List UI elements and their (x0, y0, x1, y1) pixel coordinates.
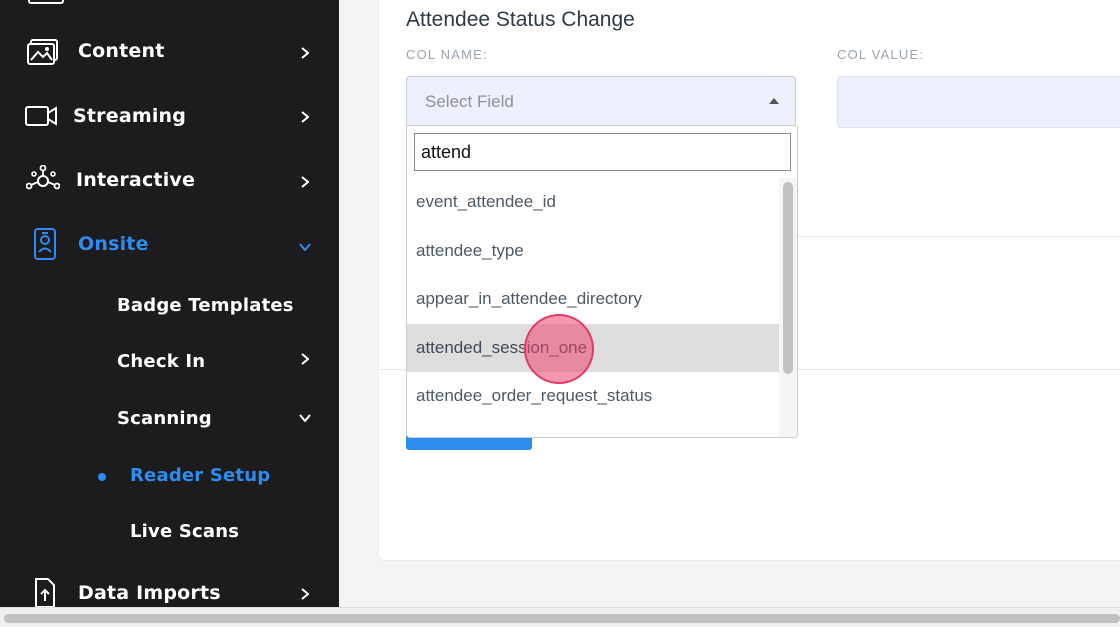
network-nodes-icon (26, 163, 60, 197)
select-dropdown: event_attendee_id attendee_type appear_i… (406, 126, 798, 438)
option-item[interactable]: appear_in_attendee_directory (407, 275, 779, 324)
sidebar-item-reader-setup[interactable]: Reader Setup (130, 465, 270, 486)
click-indicator (524, 314, 594, 384)
sidebar-item-onsite[interactable]: Onsite (78, 233, 149, 255)
dropdown-scrollbar-thumb[interactable] (783, 182, 793, 374)
chevron-right-icon[interactable] (299, 588, 311, 600)
chevron-down-icon[interactable] (299, 412, 311, 424)
image-gallery-icon (26, 35, 60, 69)
sidebar-item-check-in[interactable]: Check In (117, 351, 205, 372)
col-value-input[interactable] (837, 76, 1120, 128)
file-upload-icon (28, 576, 62, 607)
menu-item-top-partial[interactable] (28, 0, 64, 4)
video-camera-icon (24, 99, 58, 133)
select-placeholder: Select Field (425, 92, 514, 111)
caret-up-icon (769, 98, 779, 104)
chevron-right-icon[interactable] (299, 111, 311, 123)
badge-id-icon (28, 227, 62, 261)
chevron-right-icon[interactable] (299, 176, 311, 188)
submit-button[interactable] (406, 436, 532, 450)
chevron-down-icon[interactable] (299, 241, 311, 253)
sidebar: Content Streaming Interactive Onsite Bad… (0, 0, 339, 607)
chevron-right-icon[interactable] (299, 47, 311, 59)
sidebar-item-badge-templates[interactable]: Badge Templates (117, 295, 294, 316)
horizontal-scrollbar[interactable] (0, 607, 1120, 627)
active-bullet (98, 473, 106, 481)
col-value-label: COL VALUE: (837, 47, 925, 62)
dropdown-search-input[interactable] (414, 133, 791, 171)
horizontal-scrollbar-thumb[interactable] (4, 614, 1120, 623)
option-item[interactable]: attendee_order_request_status (407, 372, 779, 421)
sidebar-item-streaming[interactable]: Streaming (73, 105, 186, 127)
divider (798, 236, 1120, 237)
sidebar-item-live-scans[interactable]: Live Scans (130, 521, 239, 542)
section-title: Attendee Status Change (406, 8, 635, 31)
sidebar-item-content[interactable]: Content (78, 40, 165, 62)
option-item[interactable]: attended_other (407, 421, 779, 438)
col-name-select[interactable]: Select Field (406, 76, 796, 126)
option-item[interactable]: attendee_type (407, 227, 779, 276)
sidebar-item-interactive[interactable]: Interactive (76, 169, 195, 191)
option-item[interactable]: event_attendee_id (407, 178, 779, 227)
chevron-right-icon[interactable] (299, 353, 311, 365)
sidebar-item-scanning[interactable]: Scanning (117, 408, 212, 429)
sidebar-item-data-imports[interactable]: Data Imports (78, 582, 221, 604)
col-name-label: COL NAME: (406, 47, 488, 62)
option-list: event_attendee_id attendee_type appear_i… (407, 178, 779, 438)
